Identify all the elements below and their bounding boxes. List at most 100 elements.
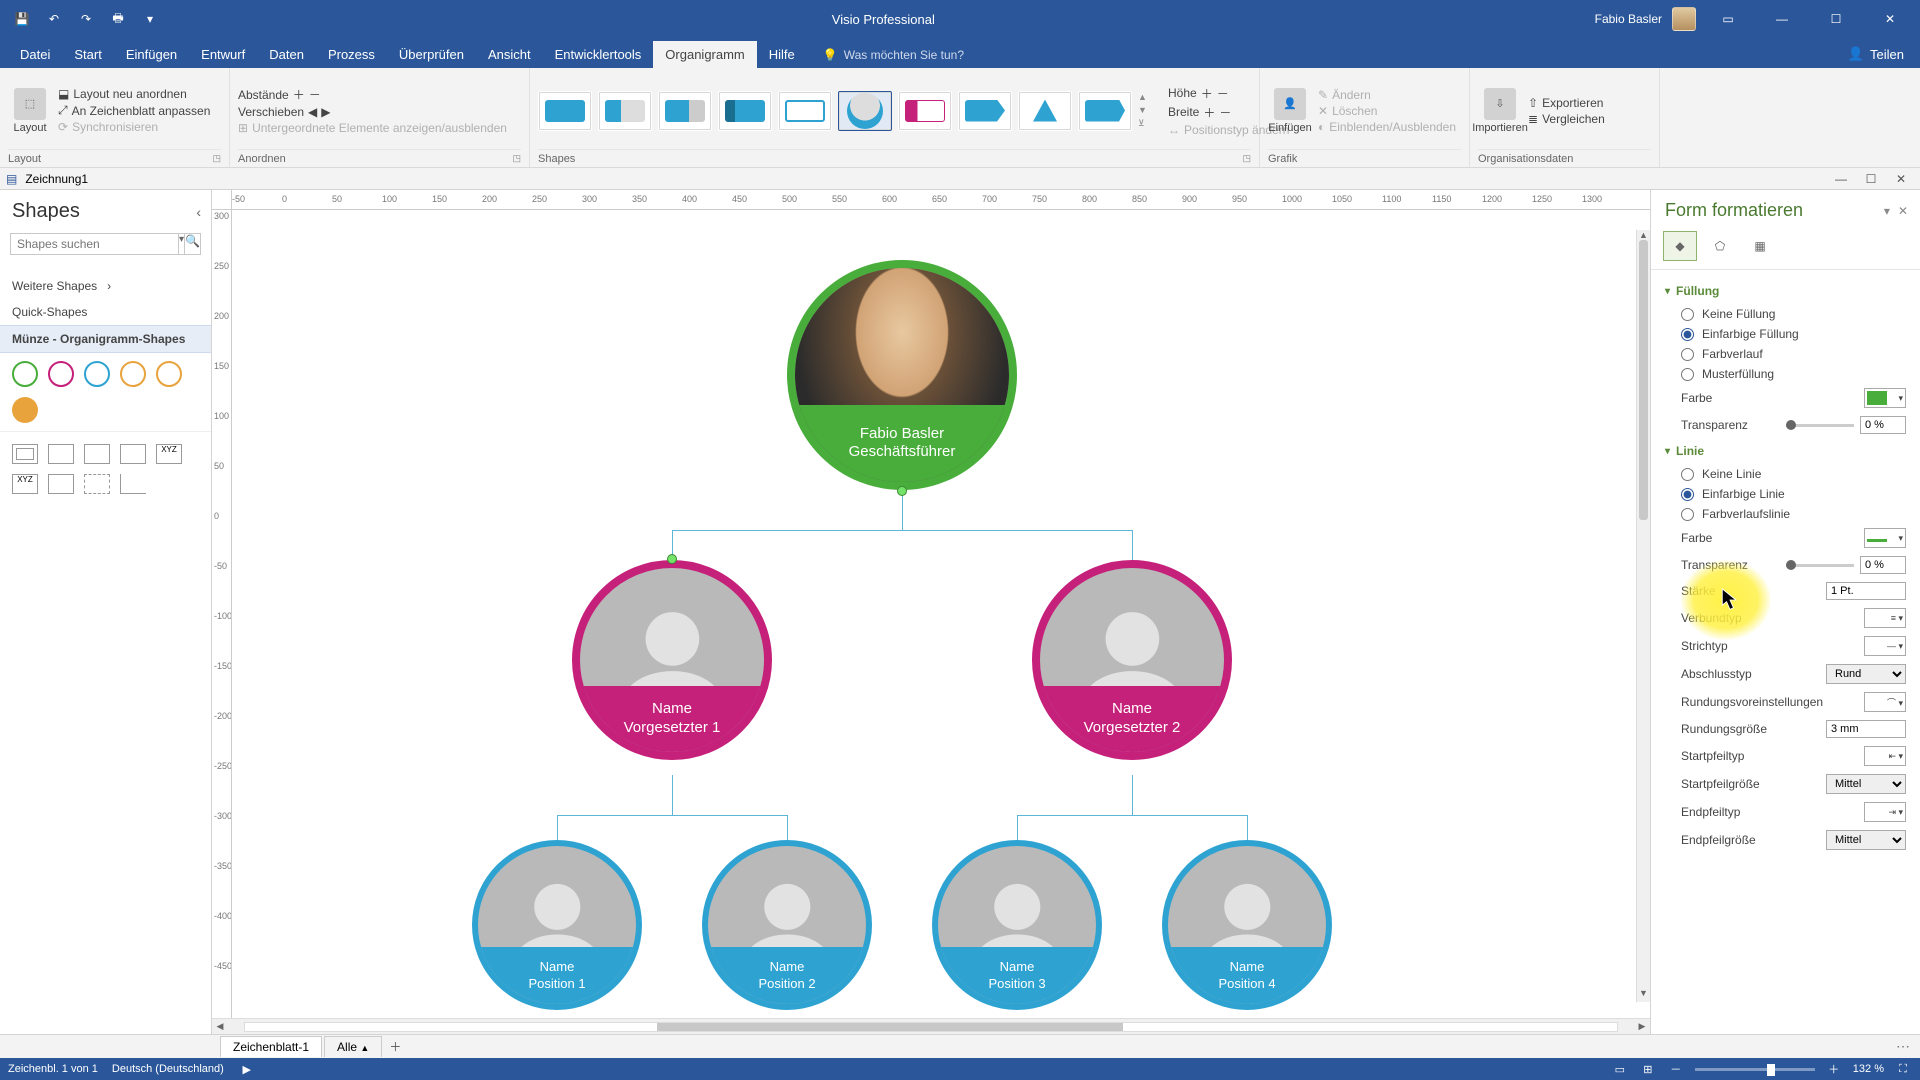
layout-dialog-launcher[interactable]: ◳: [204, 153, 221, 165]
arrange-dialog-launcher[interactable]: ◳: [504, 153, 521, 165]
end-arrow-type-picker[interactable]: ⇥ ▾: [1864, 802, 1906, 822]
close-button[interactable]: ✕: [1868, 4, 1912, 34]
tab-design[interactable]: Entwurf: [189, 41, 257, 68]
scroll-right-icon[interactable]: ▶: [1634, 1021, 1650, 1032]
connector[interactable]: [1132, 775, 1133, 815]
pane-close-icon[interactable]: ✕: [1898, 204, 1908, 218]
macro-recorder-icon[interactable]: ▶: [238, 1063, 256, 1076]
connector[interactable]: [1247, 815, 1248, 840]
connector[interactable]: [557, 815, 787, 816]
stencil-shape-6[interactable]: [12, 397, 38, 423]
compound-type-picker[interactable]: ≡ ▾: [1864, 608, 1906, 628]
fill-solid-radio[interactable]: Einfarbige Füllung: [1665, 324, 1906, 344]
org-node-staff[interactable]: NamePosition 2: [702, 840, 872, 1010]
effects-tab-icon[interactable]: ⬠: [1703, 231, 1737, 261]
stencil-layout-5[interactable]: XYZ: [156, 444, 182, 464]
zoom-slider[interactable]: [1695, 1068, 1815, 1071]
shape-style-4[interactable]: [718, 91, 772, 131]
doc-minimize-button[interactable]: —: [1828, 172, 1854, 186]
stencil-layout-4[interactable]: [120, 444, 146, 464]
tab-data[interactable]: Daten: [257, 41, 316, 68]
stencil-layout-3[interactable]: [84, 444, 110, 464]
fill-line-tab-icon[interactable]: ◆: [1663, 231, 1697, 261]
stencil-item[interactable]: Münze - Organigramm-Shapes: [0, 325, 211, 353]
stencil-shape-mgr[interactable]: [48, 361, 74, 387]
shape-style-7[interactable]: [898, 91, 952, 131]
document-title[interactable]: Zeichnung1: [25, 172, 88, 186]
right-icon[interactable]: ▶: [321, 105, 330, 119]
fill-none-radio[interactable]: Keine Füllung: [1665, 304, 1906, 324]
tab-devtools[interactable]: Entwicklertools: [543, 41, 654, 68]
zoom-out-icon[interactable]: －: [1667, 1061, 1685, 1077]
line-width-input[interactable]: [1826, 582, 1906, 600]
dash-type-picker[interactable]: — ▾: [1864, 636, 1906, 656]
scroll-left-icon[interactable]: ◀: [212, 1021, 228, 1032]
share-button[interactable]: 👤 Teilen: [1848, 46, 1912, 68]
quick-print-button[interactable]: 🖶: [104, 5, 132, 33]
stencil-shape-exec[interactable]: [12, 361, 38, 387]
fill-color-picker[interactable]: ▾: [1864, 388, 1906, 408]
line-transparency-input[interactable]: [1860, 556, 1906, 574]
fit-window-icon[interactable]: ⛶: [1894, 1063, 1912, 1076]
shape-style-1[interactable]: [538, 91, 592, 131]
relayout-button[interactable]: ⬓Layout neu anordnen: [58, 87, 210, 101]
all-pages-tab[interactable]: Alle ▲: [324, 1036, 382, 1057]
insert-picture-button[interactable]: 👤 Einfügen: [1268, 88, 1312, 134]
begin-arrow-size-select[interactable]: Mittel: [1826, 774, 1906, 794]
fit-page-icon[interactable]: ⊞: [1639, 1063, 1657, 1076]
search-icon[interactable]: 🔍: [185, 233, 201, 255]
fill-transparency-slider[interactable]: [1786, 424, 1854, 427]
vertical-ruler[interactable]: 300250200150100500-50-100-150-200-250-30…: [212, 210, 232, 1018]
stencil-layout-1[interactable]: [12, 444, 38, 464]
plus-icon[interactable]: ＋: [1201, 85, 1213, 102]
compare-button[interactable]: ≣Vergleichen: [1528, 112, 1605, 126]
add-page-button[interactable]: ＋: [384, 1038, 406, 1055]
minus-icon[interactable]: －: [1219, 104, 1231, 121]
plus-icon[interactable]: ＋: [293, 86, 305, 103]
stencil-layout-9[interactable]: [120, 474, 146, 494]
page-indicator[interactable]: Zeichenbl. 1 von 1: [8, 1063, 98, 1075]
line-transparency-slider[interactable]: [1786, 564, 1854, 567]
org-node-staff[interactable]: NamePosition 4: [1162, 840, 1332, 1010]
tab-view[interactable]: Ansicht: [476, 41, 543, 68]
shape-style-8[interactable]: [958, 91, 1012, 131]
stencil-shape-5[interactable]: [156, 361, 182, 387]
doc-close-button[interactable]: ✕: [1888, 172, 1914, 186]
stencil-layout-2[interactable]: [48, 444, 74, 464]
vertical-scrollbar[interactable]: ▲ ▼: [1636, 230, 1650, 1002]
shape-style-10[interactable]: [1078, 91, 1132, 131]
gallery-more-icon[interactable]: ⊻: [1138, 118, 1154, 129]
connector[interactable]: [902, 490, 903, 530]
connector[interactable]: [1017, 815, 1018, 840]
scroll-down-icon[interactable]: ▼: [1637, 988, 1650, 1002]
line-section-header[interactable]: Linie: [1665, 438, 1906, 464]
shape-style-5[interactable]: [778, 91, 832, 131]
plus-icon[interactable]: ＋: [1203, 104, 1215, 121]
connector[interactable]: [557, 815, 558, 840]
minimize-button[interactable]: —: [1760, 4, 1804, 34]
fit-to-page-button[interactable]: ⤢An Zeichenblatt anpassen: [58, 103, 210, 118]
shape-style-3[interactable]: [658, 91, 712, 131]
fill-section-header[interactable]: Füllung: [1665, 278, 1906, 304]
horizontal-scrollbar[interactable]: ◀ ▶: [212, 1018, 1650, 1034]
spacing-button[interactable]: Abstände ＋ －: [238, 86, 521, 103]
shapes-dialog-launcher[interactable]: ◳: [1234, 153, 1251, 165]
stencil-shape-4[interactable]: [120, 361, 146, 387]
horizontal-ruler[interactable]: -500501001502002503003504004505005506006…: [232, 190, 1650, 210]
begin-arrow-type-picker[interactable]: ⇤ ▾: [1864, 746, 1906, 766]
org-node-manager[interactable]: Name Vorgesetzter 1: [572, 560, 772, 760]
tab-orgchart[interactable]: Organigramm: [653, 41, 756, 68]
left-icon[interactable]: ◀: [308, 105, 317, 119]
shapes-search[interactable]: ▾ 🔍: [10, 233, 201, 255]
fill-pattern-radio[interactable]: Musterfüllung: [1665, 364, 1906, 384]
size-tab-icon[interactable]: ▦: [1743, 231, 1777, 261]
qat-dropdown[interactable]: ▾: [136, 5, 164, 33]
language-indicator[interactable]: Deutsch (Deutschland): [112, 1063, 224, 1075]
line-solid-radio[interactable]: Einfarbige Linie: [1665, 484, 1906, 504]
tab-start[interactable]: Start: [62, 41, 113, 68]
tab-review[interactable]: Überprüfen: [387, 41, 476, 68]
fill-transparency-input[interactable]: [1860, 416, 1906, 434]
fill-gradient-radio[interactable]: Farbverlauf: [1665, 344, 1906, 364]
user-avatar[interactable]: [1672, 7, 1696, 31]
tab-file[interactable]: Datei: [8, 41, 62, 68]
